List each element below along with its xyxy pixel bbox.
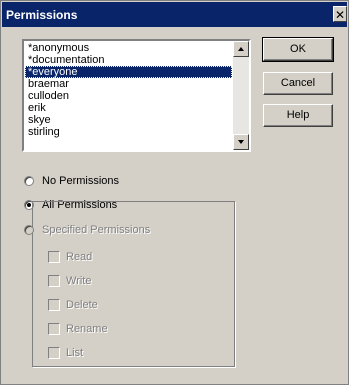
permissions-dialog: Permissions ✕ *anonymous *documentation *e… (0, 0, 349, 385)
no-permissions-label: No Permissions (42, 175, 120, 187)
cancel-button[interactable]: Cancel (263, 72, 333, 95)
write-label: Write (66, 275, 92, 287)
list-item[interactable]: culloden (25, 90, 232, 102)
list-item[interactable]: *anonymous (25, 42, 232, 54)
read-label: Read (66, 251, 93, 263)
title-bar[interactable]: Permissions ✕ (2, 2, 347, 27)
checkbox-indicator (48, 299, 60, 311)
checkbox-indicator (48, 347, 60, 359)
user-list: *anonymous *documentation *everyone braemar… (25, 42, 232, 149)
delete-label: Delete (66, 299, 98, 311)
radio-indicator (24, 176, 34, 186)
list-item[interactable]: erik (25, 102, 232, 114)
arrow-up-icon (238, 47, 244, 51)
ok-button[interactable]: OK (262, 37, 334, 62)
close-icon: ✕ (334, 8, 346, 22)
checkbox-indicator (48, 323, 60, 335)
scroll-up-button[interactable] (233, 41, 249, 57)
list-item[interactable]: *everyone (25, 66, 232, 78)
rename-label: Rename (66, 323, 108, 335)
close-button[interactable]: ✕ (333, 6, 347, 22)
scroll-down-button[interactable] (233, 134, 249, 150)
list-item[interactable]: braemar (25, 78, 232, 90)
user-listbox[interactable]: *anonymous *documentation *everyone braemar… (22, 39, 251, 152)
help-button[interactable]: Help (263, 104, 333, 127)
checkbox-indicator (48, 251, 60, 263)
list-item[interactable]: *documentation (25, 54, 232, 66)
radio-indicator (24, 225, 34, 235)
list-item[interactable]: skye (25, 114, 232, 126)
specified-permissions-label: Specified Permissions (42, 222, 154, 238)
list-item[interactable]: stirling (25, 126, 232, 138)
window-title: Permissions (6, 8, 78, 22)
checkbox-indicator (48, 275, 60, 287)
list-label: List (66, 347, 84, 359)
vertical-scrollbar[interactable] (233, 41, 249, 150)
arrow-down-icon (238, 140, 244, 144)
